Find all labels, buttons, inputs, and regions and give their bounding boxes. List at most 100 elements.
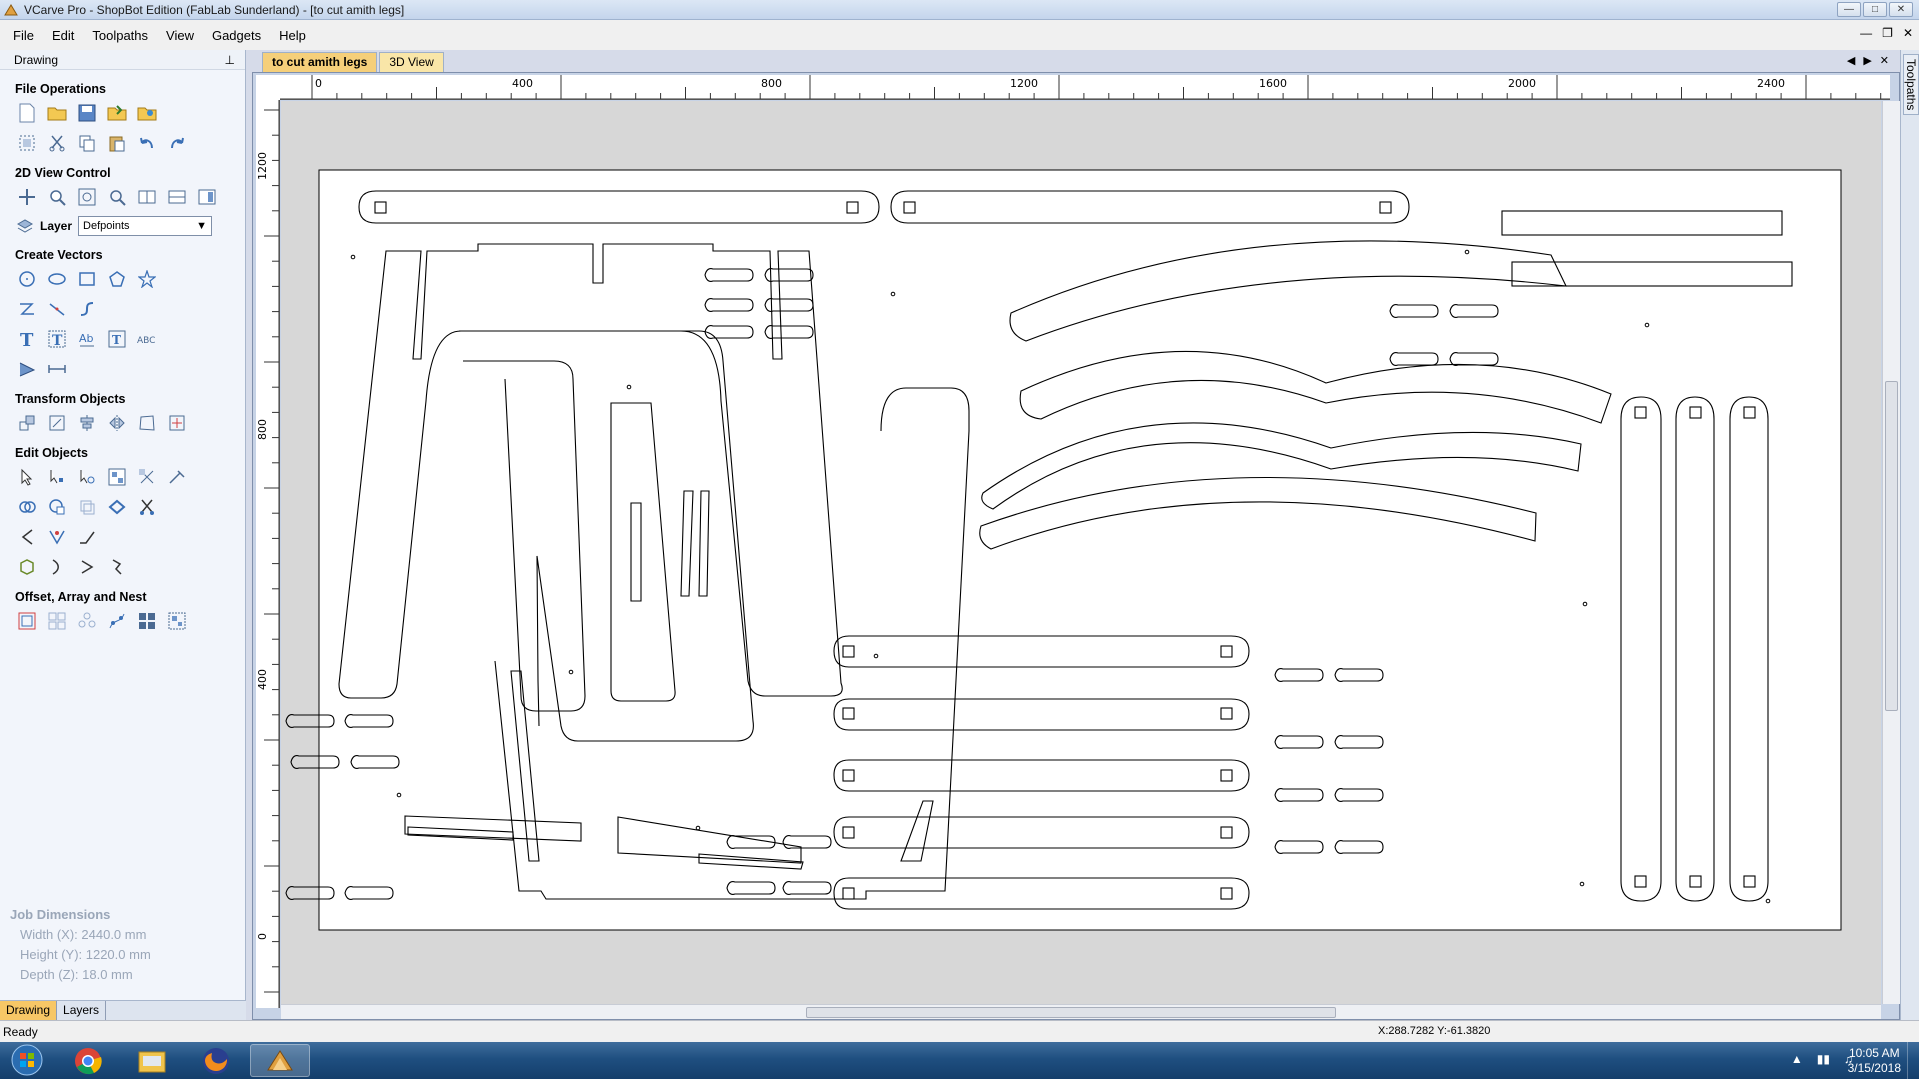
distort-icon[interactable] [136, 412, 158, 434]
interactive-select-icon[interactable] [76, 466, 98, 488]
tab-layers[interactable]: Layers [57, 1001, 107, 1020]
scissors-icon[interactable] [136, 496, 158, 518]
mdi-close-button[interactable]: ✕ [1903, 26, 1913, 40]
auto-layout-text-icon[interactable]: Ab [76, 328, 98, 350]
weld-icon[interactable] [16, 496, 38, 518]
firefox-taskbar-icon[interactable] [186, 1044, 246, 1077]
convert-arcs-icon[interactable] [106, 556, 128, 578]
zoom-extents-icon[interactable] [76, 186, 98, 208]
select-all-icon[interactable] [106, 466, 128, 488]
copy-icon[interactable] [76, 132, 98, 154]
smooth-vectors-icon[interactable] [16, 556, 38, 578]
nesting-icon[interactable] [136, 610, 158, 632]
menu-help[interactable]: Help [270, 28, 315, 43]
fillet-icon[interactable] [16, 526, 38, 548]
chrome-taskbar-icon[interactable] [58, 1044, 118, 1077]
circular-array-icon[interactable] [76, 610, 98, 632]
pin-icon[interactable]: ⊥ [225, 53, 235, 67]
draw-polygon-icon[interactable] [106, 268, 128, 290]
nest-parts-icon[interactable] [166, 610, 188, 632]
new-file-icon[interactable] [16, 102, 38, 124]
vertical-scrollbar[interactable] [1882, 101, 1900, 1004]
window-layout-icon[interactable] [196, 186, 218, 208]
open-file-icon[interactable] [46, 102, 68, 124]
tab-scroll-left-icon[interactable]: ◀ [1847, 54, 1855, 67]
align-icon[interactable] [76, 412, 98, 434]
job-setup-icon[interactable] [16, 132, 38, 154]
toolpaths-tab[interactable]: Toolpaths [1903, 54, 1919, 116]
text-on-curve-icon[interactable]: T [46, 328, 68, 350]
toggle-view-icon[interactable] [136, 186, 158, 208]
measure-icon[interactable] [46, 358, 68, 380]
pan-icon[interactable] [16, 186, 38, 208]
close-button[interactable]: ✕ [1889, 2, 1913, 17]
draw-polyline-icon[interactable] [16, 298, 38, 320]
set-origin-icon[interactable] [166, 412, 188, 434]
node-edit-icon[interactable] [46, 466, 68, 488]
minimize-button[interactable]: — [1837, 2, 1861, 17]
tab-drawing[interactable]: Drawing [0, 1001, 58, 1020]
array-copy-icon[interactable] [46, 610, 68, 632]
menu-edit[interactable]: Edit [43, 28, 83, 43]
import-bitmap-icon[interactable] [136, 102, 158, 124]
copy-along-vector-icon[interactable] [106, 610, 128, 632]
vcarve-taskbar-icon[interactable] [250, 1044, 310, 1077]
menu-toolpaths[interactable]: Toolpaths [83, 28, 157, 43]
horizontal-scroll-thumb[interactable] [806, 1007, 1336, 1018]
curve-fit-icon[interactable] [46, 556, 68, 578]
tab-3d-view[interactable]: 3D View [379, 52, 444, 72]
file-explorer-taskbar-icon[interactable] [122, 1044, 182, 1077]
start-button[interactable] [4, 1043, 52, 1078]
tab-document[interactable]: to cut amith legs [262, 52, 378, 72]
draw-circle-icon[interactable] [16, 268, 38, 290]
tab-scroll-right-icon[interactable]: ▶ [1863, 54, 1871, 67]
close-document-icon[interactable]: ✕ [1880, 54, 1889, 67]
cut-icon[interactable] [46, 132, 68, 154]
draw-rectangle-icon[interactable] [76, 268, 98, 290]
import-vectors-icon[interactable] [106, 102, 128, 124]
text-frame-icon[interactable]: T [106, 328, 128, 350]
save-icon[interactable] [76, 102, 98, 124]
paste-icon[interactable] [106, 132, 128, 154]
text-on-arc-icon[interactable]: ABC [136, 328, 158, 350]
chamfer-icon[interactable] [76, 526, 98, 548]
dogbone-icon[interactable] [46, 526, 68, 548]
draw-text-icon[interactable]: T [16, 328, 38, 350]
mirror-icon[interactable] [106, 412, 128, 434]
draw-arc-icon[interactable] [46, 298, 68, 320]
tray-expand-icon[interactable]: ▲ [1791, 1052, 1803, 1066]
vertical-scroll-thumb[interactable] [1885, 381, 1898, 711]
show-desktop-button[interactable] [1907, 1042, 1919, 1079]
extend-icon[interactable] [166, 466, 188, 488]
layer-select[interactable]: Defpoints ▼ [78, 216, 213, 236]
redo-icon[interactable] [166, 132, 188, 154]
subtract-icon[interactable] [46, 496, 68, 518]
menu-view[interactable]: View [157, 28, 203, 43]
mdi-restore-button[interactable]: ❐ [1882, 26, 1893, 40]
horizontal-scrollbar[interactable] [281, 1004, 1881, 1019]
zoom-selected-icon[interactable] [106, 186, 128, 208]
menu-gadgets[interactable]: Gadgets [203, 28, 270, 43]
draw-ellipse-icon[interactable] [46, 268, 68, 290]
undo-icon[interactable] [136, 132, 158, 154]
maximize-button[interactable]: □ [1863, 2, 1887, 17]
mdi-minimize-button[interactable]: — [1860, 26, 1872, 40]
ruler-v-label-1200: 1200 [256, 152, 269, 180]
zoom-box-icon[interactable] [46, 186, 68, 208]
offset-icon[interactable] [16, 610, 38, 632]
drawing-canvas[interactable] [281, 101, 1881, 1004]
select-icon[interactable] [16, 466, 38, 488]
move-icon[interactable] [16, 412, 38, 434]
clock[interactable]: 10:05 AM 3/15/2018 [1848, 1046, 1901, 1076]
split-view-icon[interactable] [166, 186, 188, 208]
dimension-icon[interactable] [16, 358, 38, 380]
draw-star-icon[interactable] [136, 268, 158, 290]
scale-icon[interactable] [46, 412, 68, 434]
join-vectors-icon[interactable] [106, 496, 128, 518]
draw-curve-icon[interactable] [76, 298, 98, 320]
intersect-icon[interactable] [76, 496, 98, 518]
network-icon[interactable]: ▮▮ [1817, 1052, 1830, 1066]
menu-file[interactable]: File [4, 28, 43, 43]
close-vectors-icon[interactable] [76, 556, 98, 578]
trim-icon[interactable] [136, 466, 158, 488]
